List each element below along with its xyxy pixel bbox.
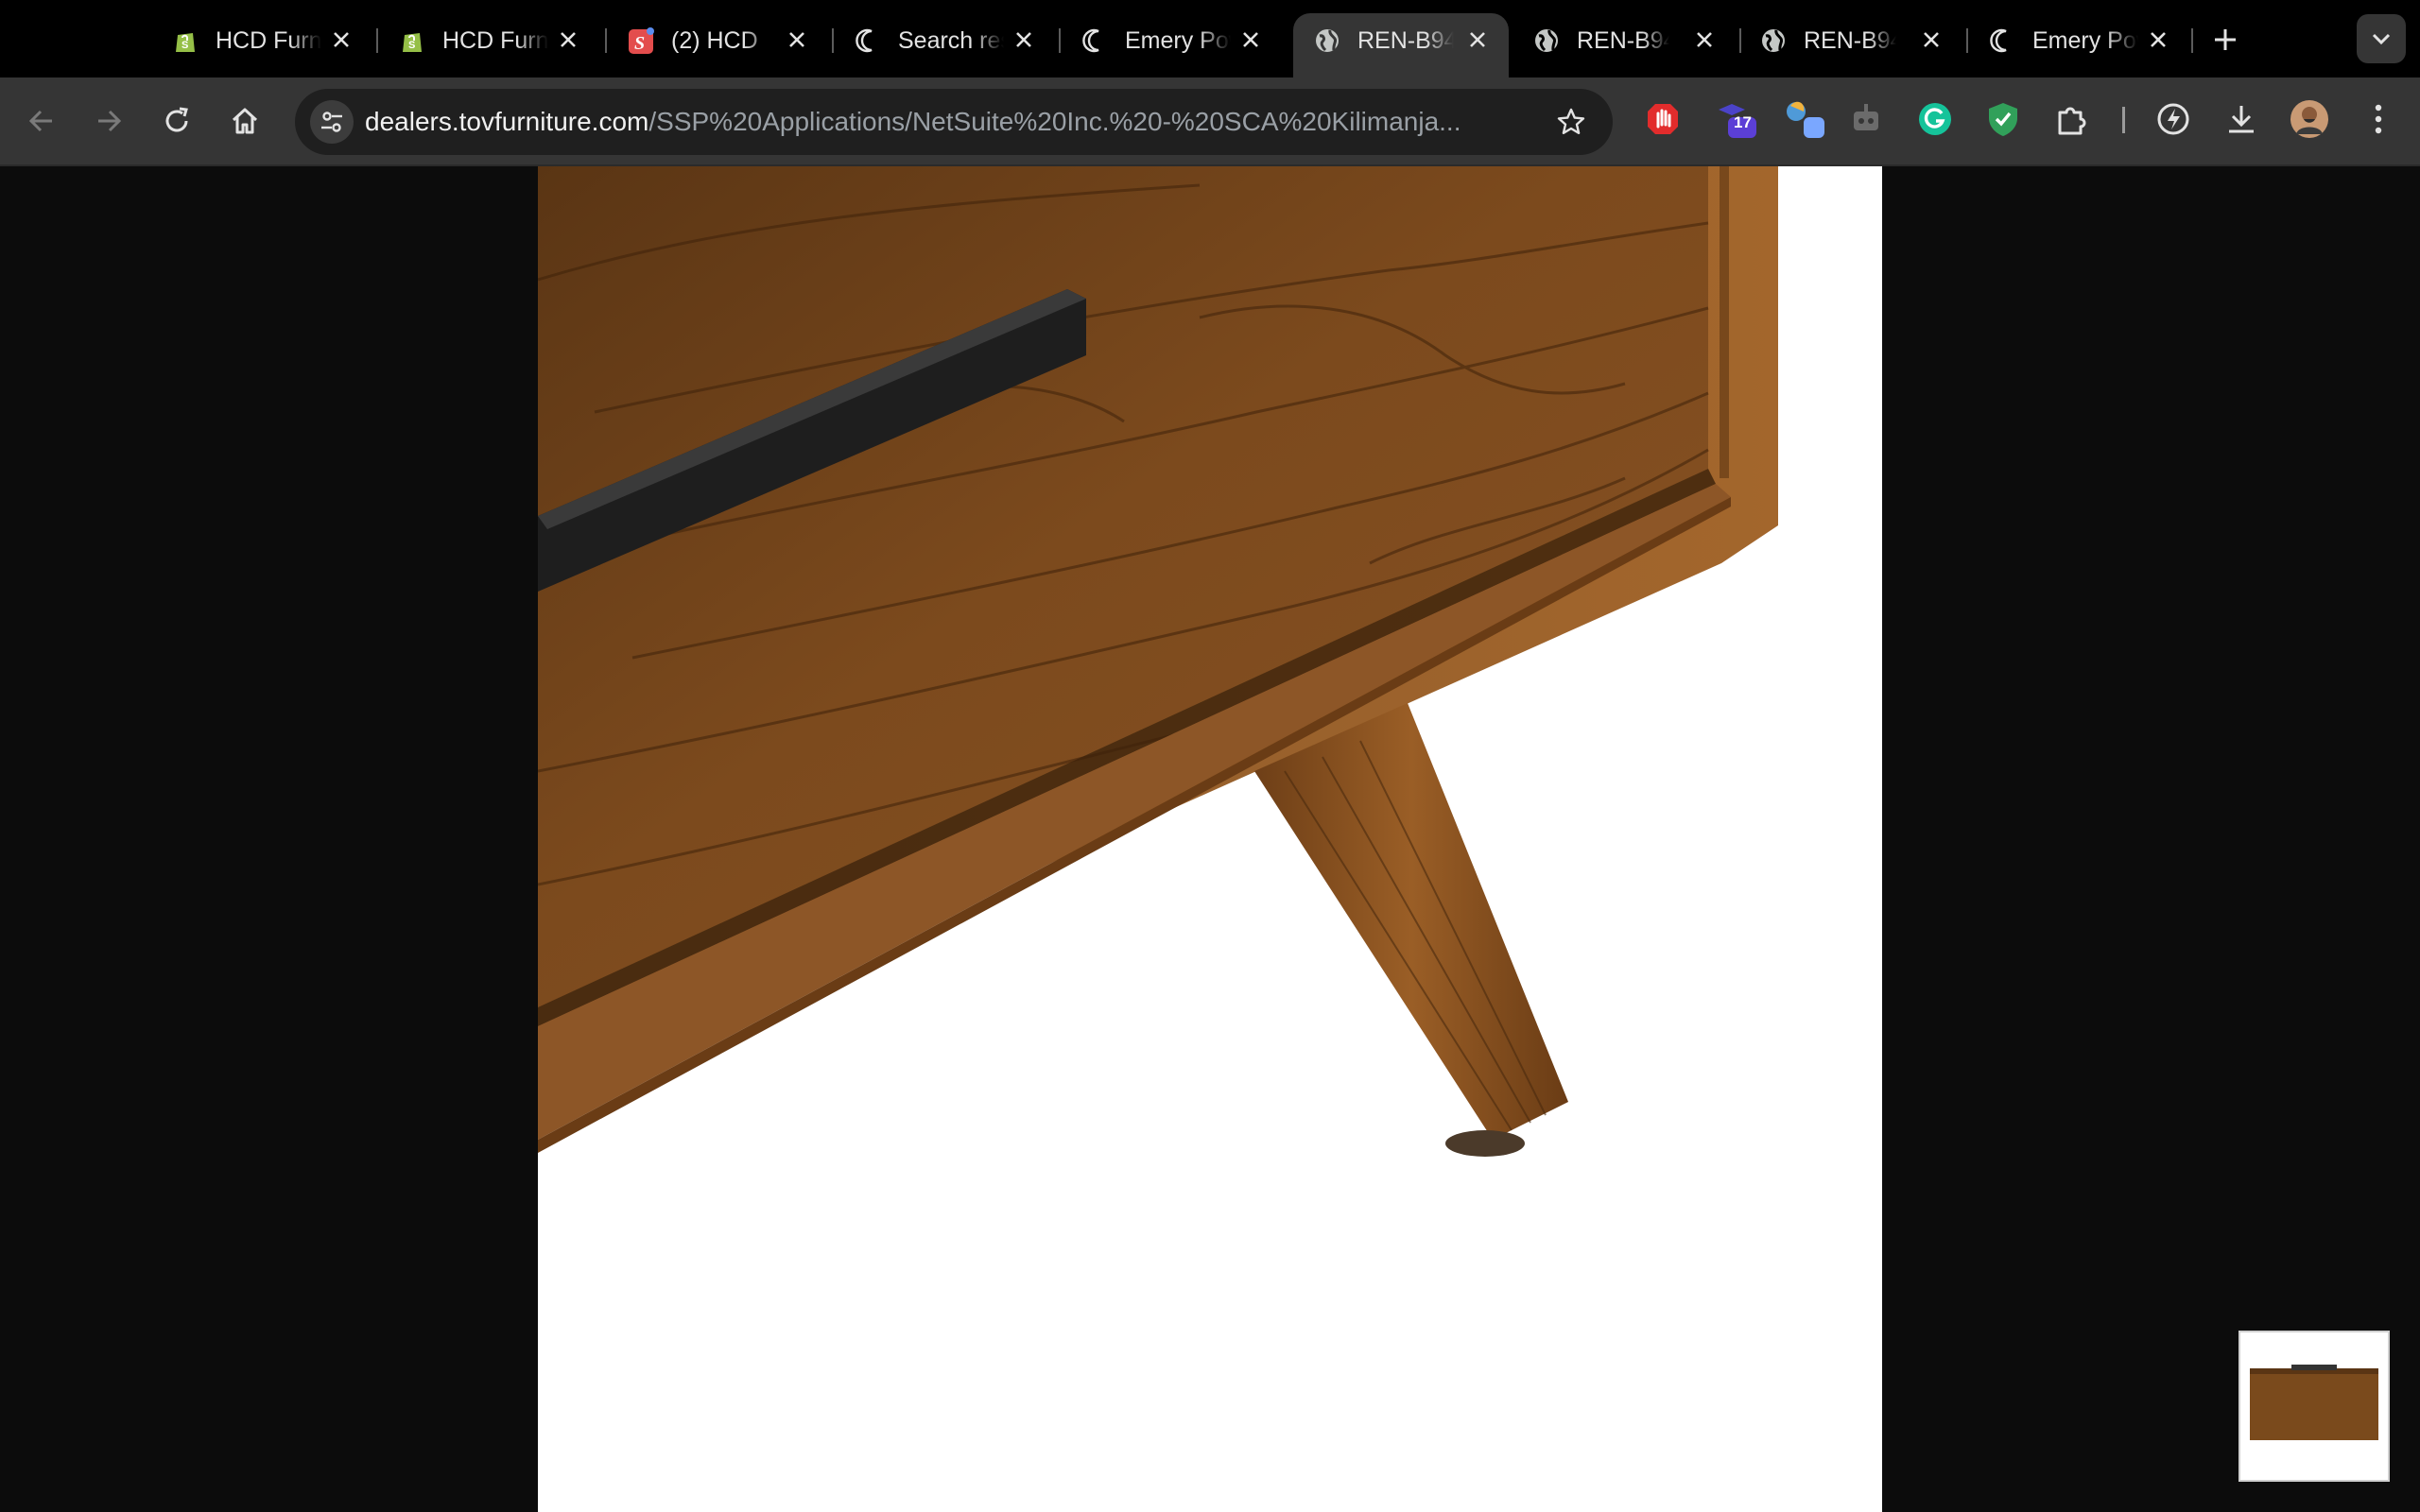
bookmark-button[interactable] (1550, 101, 1592, 143)
stop-hand-icon (1648, 104, 1678, 134)
close-icon[interactable] (781, 24, 813, 56)
shopify-icon: S (403, 33, 422, 52)
home-button[interactable] (220, 96, 269, 146)
tab-title: HCD Furniture (216, 27, 321, 54)
tab-search-button[interactable] (2357, 14, 2406, 63)
back-button[interactable] (17, 96, 66, 146)
crescent-icon (1990, 28, 2007, 53)
tab-ren-b94-3[interactable]: REN-B94 (1739, 15, 1955, 64)
url-text[interactable]: dealers.tovfurniture.com/SSP%20Applicati… (365, 107, 1480, 137)
tab-title: Emery Power (2032, 27, 2138, 54)
tab-title: REN-B94 (1577, 27, 1669, 54)
page-viewport (0, 166, 2420, 1512)
tab-title: Emery Power (1125, 27, 1231, 54)
forward-button[interactable] (84, 96, 133, 146)
close-icon[interactable] (325, 24, 357, 56)
shield-extension[interactable] (1980, 96, 2026, 142)
profile-avatar-button[interactable] (2287, 96, 2332, 142)
close-icon[interactable] (2142, 24, 2174, 56)
grammarly-extension[interactable] (1912, 96, 1958, 142)
product-thumbnail[interactable] (2238, 1331, 2390, 1482)
close-icon[interactable] (1008, 24, 1040, 56)
thumbnail-image (2250, 1365, 2378, 1440)
new-tab-button[interactable] (2206, 21, 2244, 59)
close-icon[interactable] (1461, 24, 1494, 56)
tab-emery-power-2[interactable]: Emery Power (1968, 15, 2184, 64)
svg-text:S: S (634, 33, 645, 54)
chevron-down-icon (2372, 33, 2391, 45)
tab-emery-power-1[interactable]: Emery Power (1061, 15, 1276, 64)
star-icon (1557, 108, 1585, 134)
puzzle-icon (2058, 107, 2086, 135)
extension-badge-count: 17 (1734, 113, 1752, 131)
close-icon[interactable] (1235, 24, 1267, 56)
globe-icon (1535, 29, 1558, 52)
site-info-button[interactable] (310, 100, 354, 144)
tab-title: HCD Furniture (442, 27, 548, 54)
url-path: /SSP%20Applications/NetSuite%20Inc.%20-%… (648, 107, 1461, 136)
tab-title: REN-B94 (1804, 27, 1896, 54)
tab-search-results[interactable]: Search results (834, 15, 1049, 64)
robot-extension[interactable] (1843, 96, 1889, 142)
svg-text:S: S (408, 40, 415, 51)
tab-ren-b94-active[interactable]: REN-B94 (1293, 13, 1509, 77)
tab-hcd-notifications[interactable]: S (2) HCD (607, 15, 822, 64)
close-icon[interactable] (1915, 24, 1947, 56)
tab-hcd-furniture-1[interactable]: S HCD Furniture (151, 15, 367, 64)
reload-button[interactable] (152, 96, 201, 146)
chrome-menu-button[interactable] (2356, 96, 2401, 142)
plus-icon (2215, 29, 2236, 50)
tune-icon (321, 112, 342, 132)
product-image[interactable] (538, 166, 1882, 1512)
toolbar-divider (2122, 107, 2125, 133)
shield-check-icon (1989, 103, 2017, 136)
badge-extension[interactable]: 17 (1713, 96, 1758, 142)
extensions-button[interactable] (2049, 96, 2095, 142)
more-vertical-icon (2375, 104, 2382, 134)
globe-icon (1762, 29, 1785, 52)
avatar (2290, 100, 2328, 138)
bird-icon (1787, 101, 1824, 138)
tab-strip: S HCD Furniture S HCD Furniture S (2) HC… (0, 0, 2420, 77)
close-icon[interactable] (1688, 24, 1720, 56)
arrow-left-icon (28, 110, 52, 132)
tab-ren-b94-2[interactable]: REN-B94 (1512, 15, 1728, 64)
crescent-icon (856, 28, 873, 53)
svg-text:S: S (182, 40, 188, 51)
browser-toolbar: dealers.tovfurniture.com/SSP%20Applicati… (0, 77, 2420, 166)
performance-icon (2157, 103, 2189, 135)
robot-icon (1854, 104, 1878, 130)
s-app-icon: S (629, 27, 654, 54)
home-icon (232, 108, 258, 134)
grammarly-icon (1919, 103, 1951, 135)
reload-icon (165, 107, 188, 132)
shopify-icon: S (176, 33, 195, 52)
downloads-button[interactable] (2219, 96, 2264, 142)
dresser-photo (538, 166, 1778, 1157)
download-icon (2229, 106, 2254, 133)
url-host: dealers.tovfurniture.com (365, 107, 649, 136)
address-bar[interactable]: dealers.tovfurniture.com/SSP%20Applicati… (295, 89, 1613, 155)
performance-button[interactable] (2151, 96, 2196, 142)
globe-icon (1316, 29, 1339, 52)
crescent-icon (1082, 28, 1099, 53)
tab-title: (2) HCD (671, 27, 758, 54)
character-extension[interactable] (1783, 96, 1828, 142)
ad-blocker-extension[interactable] (1640, 96, 1685, 142)
close-icon[interactable] (552, 24, 584, 56)
tab-title: Search results (898, 27, 1004, 54)
tab-separator (2191, 28, 2193, 53)
tab-hcd-furniture-2[interactable]: S HCD Furniture (378, 15, 594, 64)
arrow-right-icon (98, 110, 122, 132)
tab-title: REN-B94 (1357, 27, 1454, 54)
